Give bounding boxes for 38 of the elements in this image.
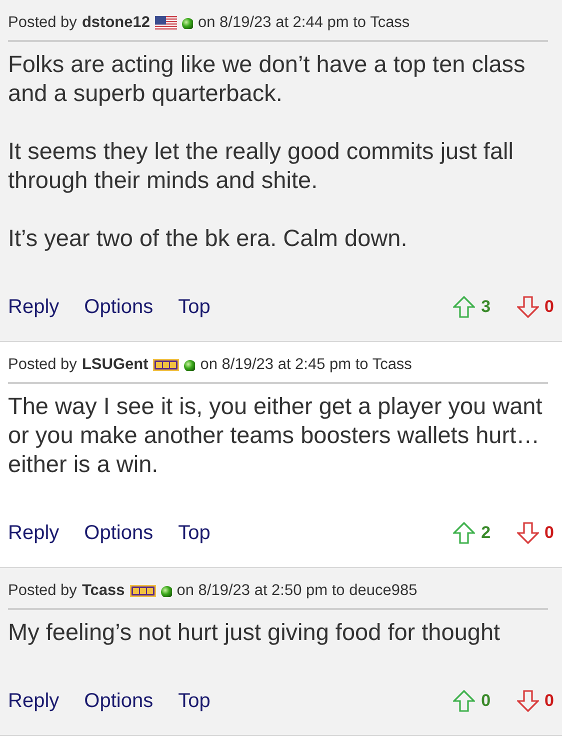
upvote-button[interactable]: 0 xyxy=(453,690,491,712)
author-link[interactable]: Tcass xyxy=(82,582,125,600)
down-arrow-icon xyxy=(516,296,539,318)
post-date: on 8/19/23 at 2:44 pm to Tcass xyxy=(198,14,410,32)
action-link[interactable]: Options xyxy=(84,296,154,318)
down-arrow-icon xyxy=(516,690,539,712)
post-text: It’s year two of the bk era. Calm down. xyxy=(8,224,408,253)
posted-by-label: Posted by xyxy=(8,14,77,32)
upvote-button[interactable]: 3 xyxy=(453,296,491,318)
downvote-button[interactable]: 0 xyxy=(516,522,554,544)
action-link[interactable]: Reply xyxy=(8,296,60,318)
action-link[interactable]: Top xyxy=(178,296,210,318)
action-link[interactable]: Top xyxy=(178,690,210,712)
upvote-button[interactable]: 2 xyxy=(453,522,491,544)
team-logo-icon xyxy=(153,359,180,371)
post-text: My feeling’s not hurt just giving food for thought xyxy=(8,618,502,647)
posted-by-label: Posted by xyxy=(8,582,77,600)
action-link[interactable]: Options xyxy=(84,522,154,544)
team-logo-icon xyxy=(130,585,156,597)
author-link[interactable]: LSUGent xyxy=(82,356,148,374)
up-arrow-icon xyxy=(453,690,476,712)
action-link[interactable]: Reply xyxy=(8,522,60,544)
action-link[interactable]: Options xyxy=(84,690,154,712)
flag-icon xyxy=(155,16,177,30)
downvote-button[interactable]: 0 xyxy=(516,690,554,712)
down-arrow-icon xyxy=(516,522,539,544)
up-arrow-icon xyxy=(453,522,476,544)
action-link[interactable]: Top xyxy=(178,522,210,544)
up-arrow-icon xyxy=(453,296,476,318)
post-date: on 8/19/23 at 2:45 pm to Tcass xyxy=(200,356,412,374)
post-date: on 8/19/23 at 2:50 pm to deuce985 xyxy=(176,582,418,600)
author-link[interactable]: dstone12 xyxy=(82,14,150,32)
posted-by-label: Posted by xyxy=(8,356,77,374)
post-text: The way I see it is, you either get a player you want or you make another teams boosters wallets hurt… either is a win. xyxy=(8,392,544,479)
post-text: Folks are acting like we don’t have a top ten class and a superb quarterback. xyxy=(8,50,526,108)
downvote-button[interactable]: 0 xyxy=(516,296,554,318)
action-link[interactable]: Reply xyxy=(8,690,60,712)
post-text: It seems they let the really good commits just fall through their minds and shite. xyxy=(8,137,514,195)
